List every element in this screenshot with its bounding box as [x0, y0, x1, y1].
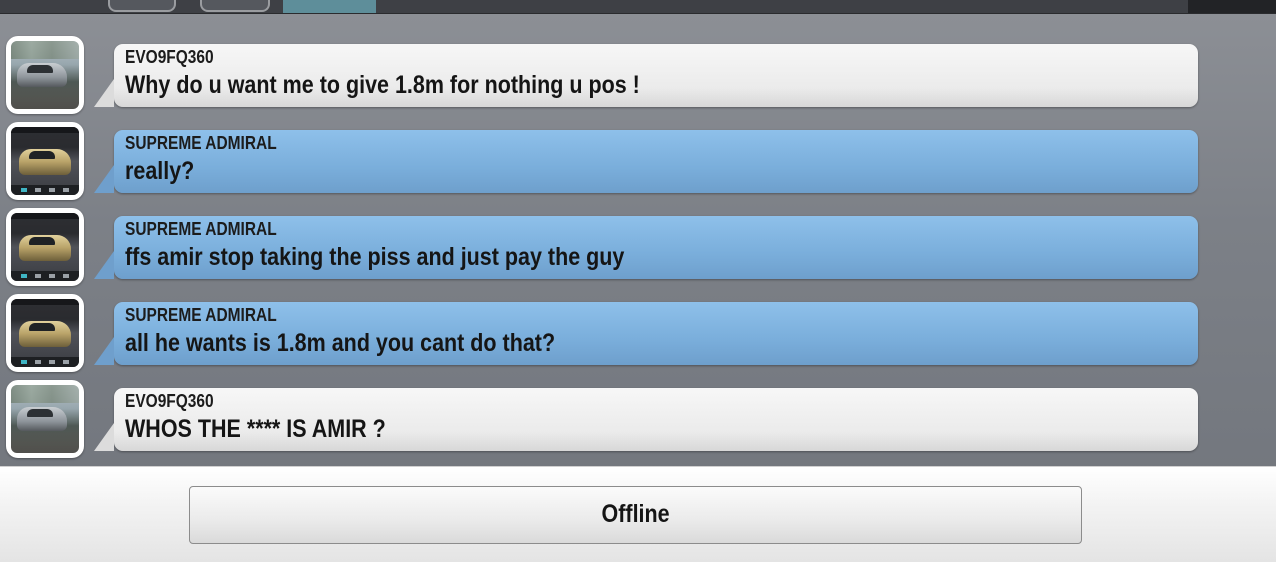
- sender-name: SUPREME ADMIRAL: [125, 219, 277, 239]
- message-bubble: EVO9FQ360 Why do u want me to give 1.8m …: [94, 44, 1198, 107]
- bottom-bar: Offline: [0, 466, 1276, 562]
- top-tab[interactable]: [108, 0, 176, 12]
- top-tab[interactable]: [200, 0, 270, 12]
- bubble-tail: [94, 337, 114, 365]
- bubble-tail: [94, 79, 114, 107]
- top-tab-active[interactable]: [283, 0, 376, 13]
- chat-message: SUPREME ADMIRAL all he wants is 1.8m and…: [0, 294, 1276, 374]
- avatar[interactable]: [6, 122, 84, 200]
- message-bubble: SUPREME ADMIRAL really?: [94, 130, 1198, 193]
- top-right-panel: [1188, 0, 1276, 13]
- chat-message: EVO9FQ360 Why do u want me to give 1.8m …: [0, 36, 1276, 116]
- message-bubble: SUPREME ADMIRAL all he wants is 1.8m and…: [94, 302, 1198, 365]
- avatar[interactable]: [6, 36, 84, 114]
- avatar[interactable]: [6, 208, 84, 286]
- car-avatar-image: [11, 299, 79, 367]
- bubble-tail: [94, 165, 114, 193]
- message-text: all he wants is 1.8m and you cant do tha…: [125, 329, 556, 357]
- chat-message: EVO9FQ360 WHOS THE **** IS AMIR ?: [0, 380, 1276, 460]
- sender-name: SUPREME ADMIRAL: [125, 305, 277, 325]
- car-avatar-image: [11, 385, 79, 453]
- car-avatar-image: [11, 41, 79, 109]
- sender-name: EVO9FQ360: [125, 47, 214, 67]
- top-bar: [0, 0, 1276, 14]
- status-button[interactable]: Offline: [189, 486, 1082, 544]
- bubble-tail: [94, 251, 114, 279]
- avatar[interactable]: [6, 380, 84, 458]
- status-button-label: Offline: [601, 500, 670, 528]
- chat-message: SUPREME ADMIRAL really?: [0, 122, 1276, 202]
- sender-name: SUPREME ADMIRAL: [125, 133, 277, 153]
- chat-message: SUPREME ADMIRAL ffs amir stop taking the…: [0, 208, 1276, 288]
- message-bubble: SUPREME ADMIRAL ffs amir stop taking the…: [94, 216, 1198, 279]
- message-bubble: EVO9FQ360 WHOS THE **** IS AMIR ?: [94, 388, 1198, 451]
- car-avatar-image: [11, 127, 79, 195]
- message-text: Why do u want me to give 1.8m for nothin…: [125, 71, 640, 99]
- message-text: really?: [125, 157, 195, 185]
- sender-name: EVO9FQ360: [125, 391, 214, 411]
- message-text: ffs amir stop taking the piss and just p…: [125, 243, 625, 271]
- message-text: WHOS THE **** IS AMIR ?: [125, 415, 386, 443]
- avatar[interactable]: [6, 294, 84, 372]
- car-avatar-image: [11, 213, 79, 281]
- bubble-tail: [94, 423, 114, 451]
